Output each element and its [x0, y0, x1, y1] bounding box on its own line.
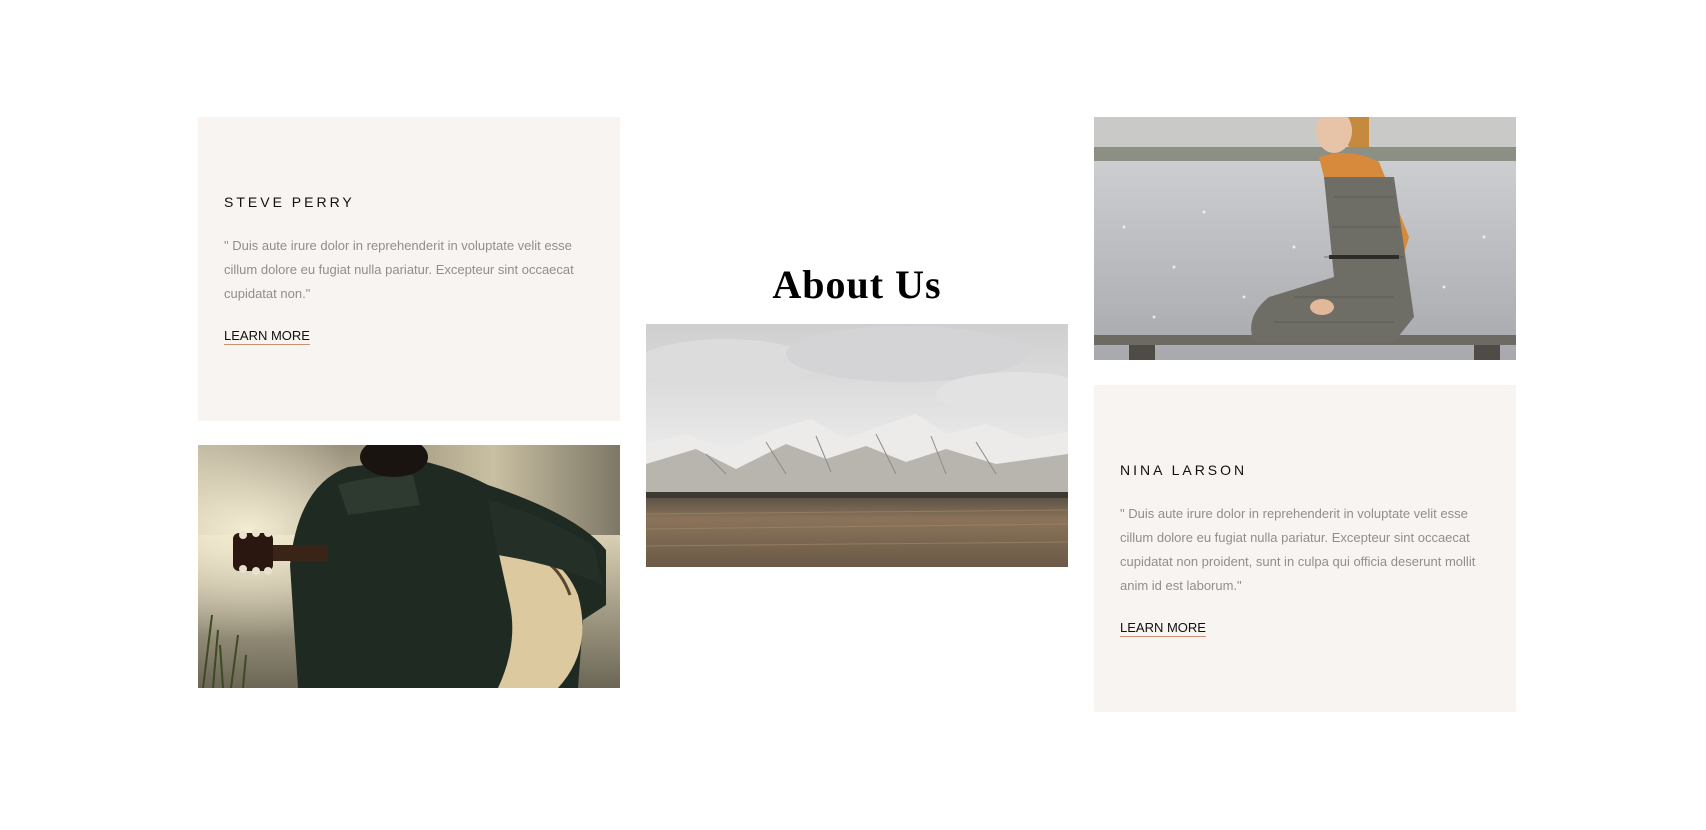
snowy-mountains-photo: [646, 324, 1068, 567]
learn-more-link[interactable]: LEARN MORE: [1120, 620, 1206, 637]
woman-on-pier-photo: [1094, 117, 1516, 360]
steve-perry-card: STEVE PERRY " Duis aute irure dolor in r…: [198, 117, 620, 421]
card-quote: " Duis aute irure dolor in reprehenderit…: [1120, 506, 1476, 593]
nina-larson-card: NINA LARSON " Duis aute irure dolor in r…: [1094, 385, 1516, 712]
card-quote: " Duis aute irure dolor in reprehenderit…: [224, 238, 574, 301]
learn-more-link[interactable]: LEARN MORE: [224, 328, 310, 345]
card-name: STEVE PERRY: [224, 194, 355, 210]
man-with-guitar-photo: [198, 445, 620, 688]
card-name: NINA LARSON: [1120, 462, 1248, 478]
about-us-heading: About Us: [772, 262, 942, 307]
